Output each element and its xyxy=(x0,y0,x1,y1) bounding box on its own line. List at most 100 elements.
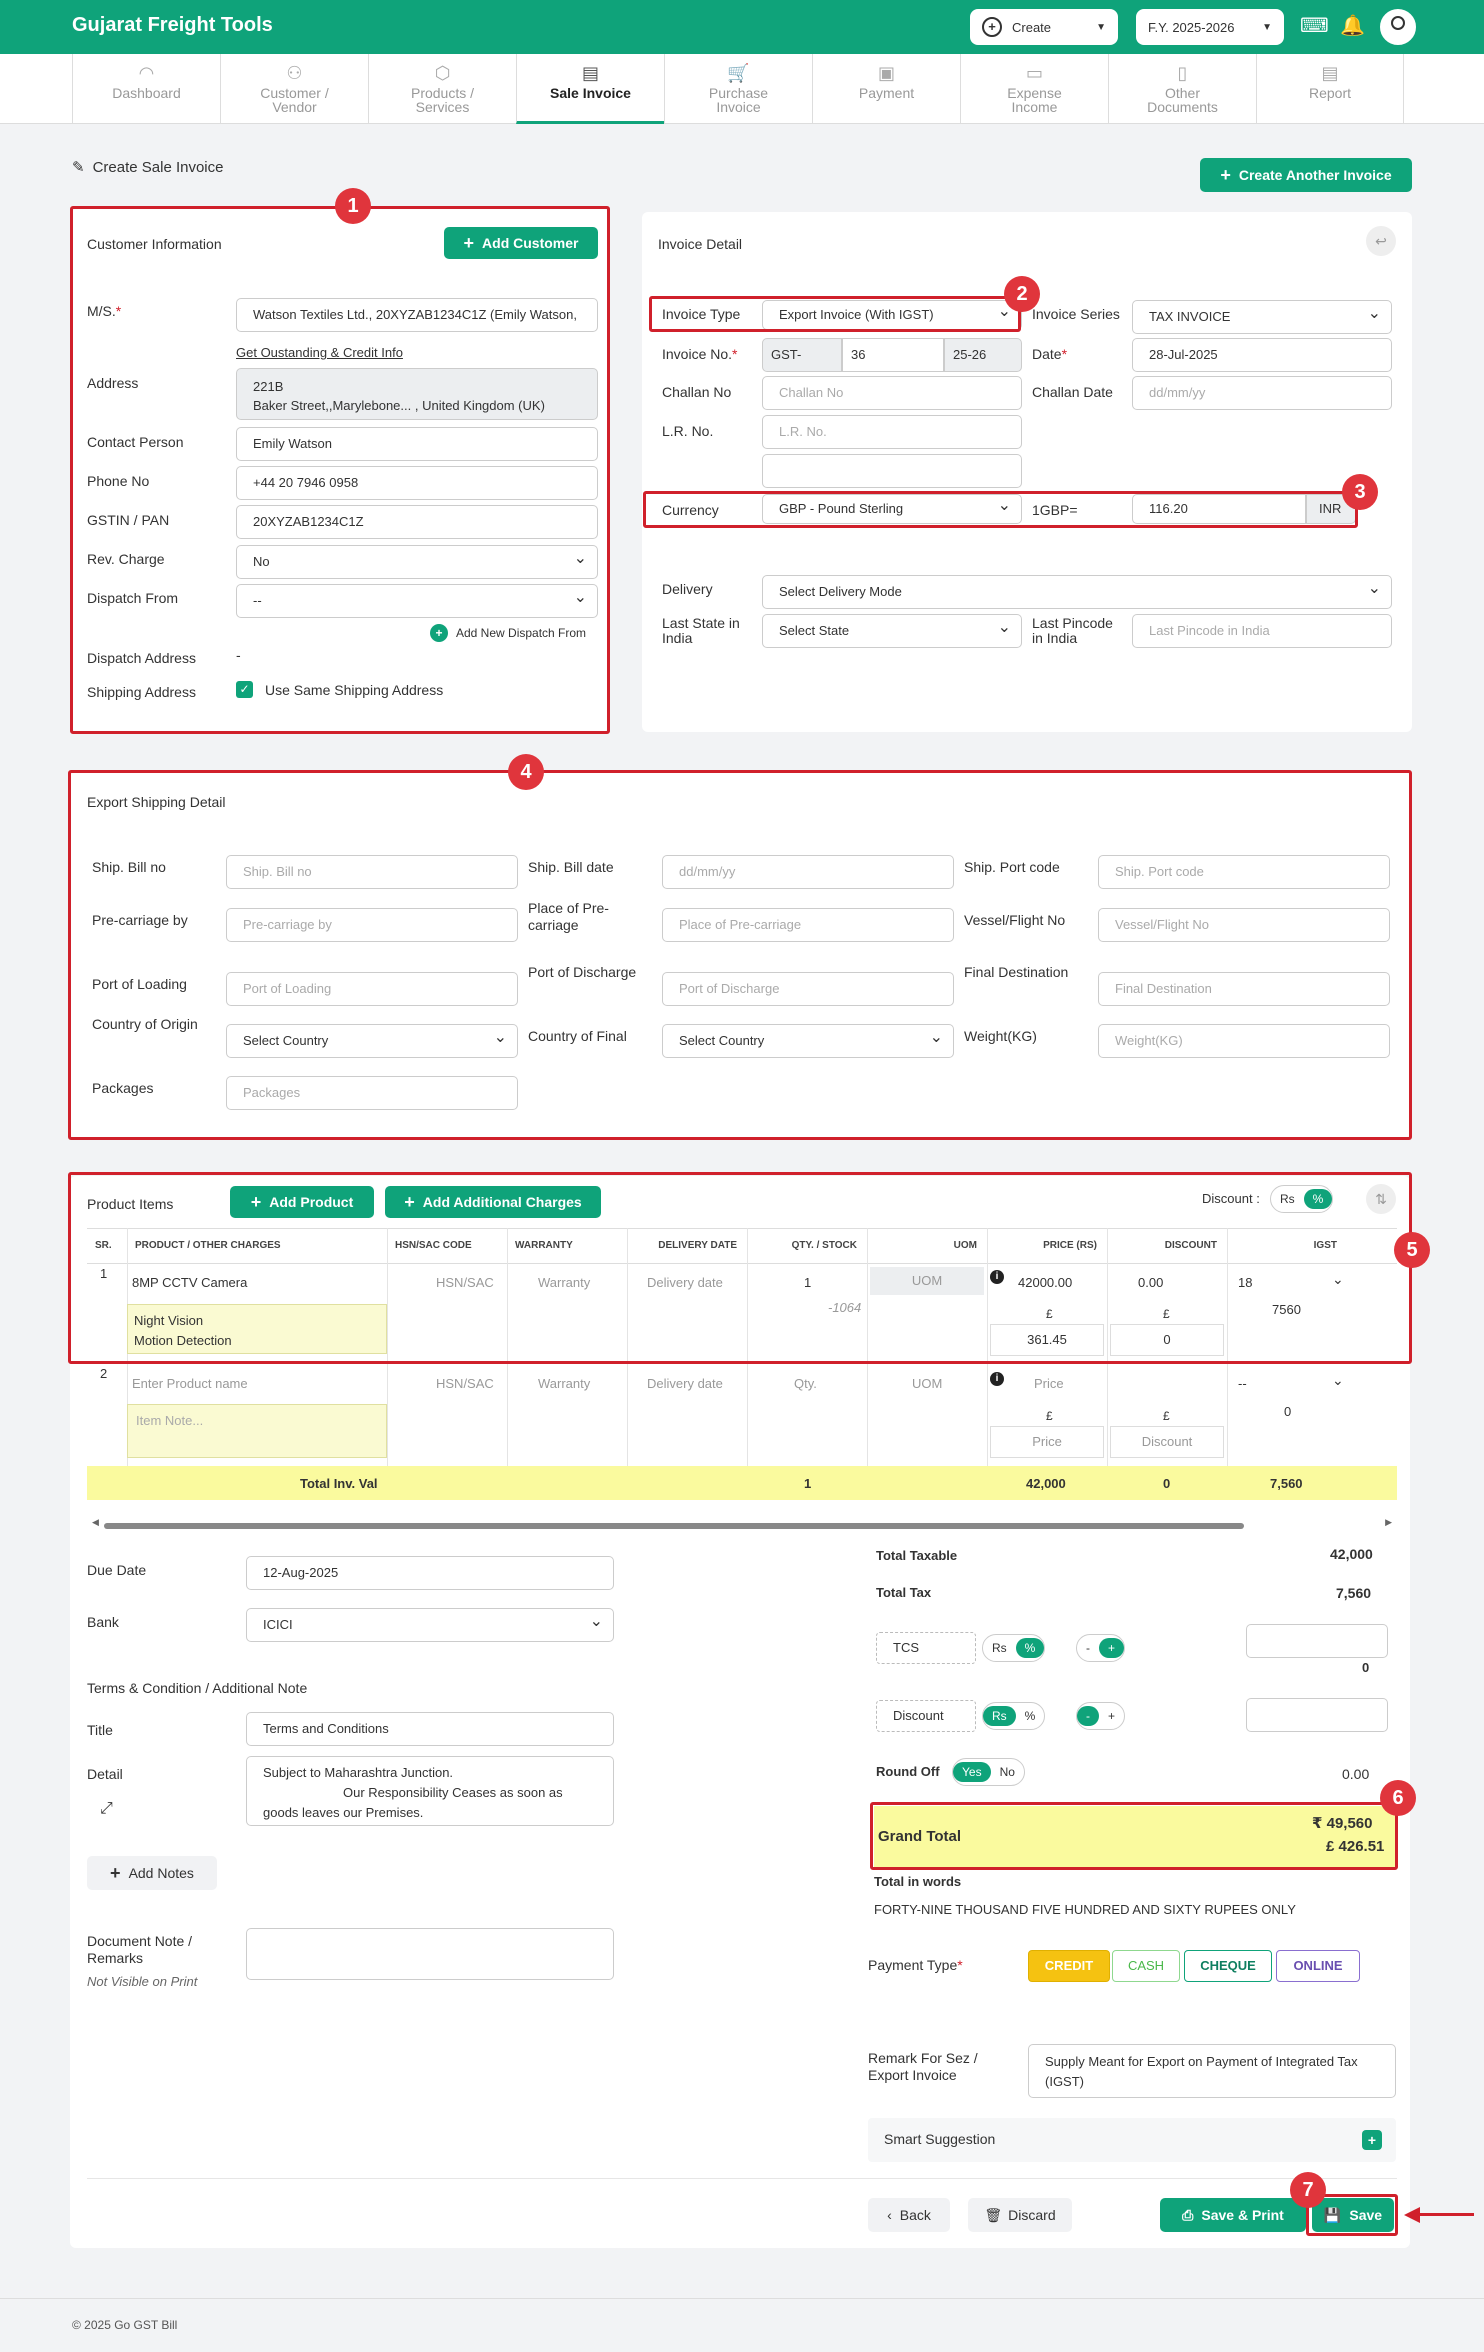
qty-input[interactable]: Qty. xyxy=(794,1376,817,1391)
discount-total-pct-option[interactable]: % xyxy=(1016,1706,1045,1726)
item-note-textarea[interactable]: Item Note... xyxy=(127,1404,387,1458)
phone-input[interactable]: +44 20 7946 0958 xyxy=(236,466,598,500)
payment-cheque-button[interactable]: CHEQUE xyxy=(1184,1950,1272,1982)
export-field-input[interactable]: Pre-carriage by xyxy=(226,908,518,942)
export-field-input[interactable]: Select Country xyxy=(662,1024,954,1058)
nav-item-report[interactable]: ▤ Report xyxy=(1256,54,1404,124)
tcs-minus-option[interactable]: - xyxy=(1077,1638,1099,1658)
save-print-button[interactable]: ⎙ Save & Print xyxy=(1160,2198,1306,2232)
export-field-input[interactable]: Vessel/Flight No xyxy=(1098,908,1390,942)
extra-input[interactable] xyxy=(762,454,1022,488)
export-field-input[interactable]: dd/mm/yy xyxy=(662,855,954,889)
discount-minus-option[interactable]: - xyxy=(1077,1706,1099,1726)
add-dispatch-link[interactable]: + Add New Dispatch From xyxy=(430,624,586,642)
arrow-left-icon xyxy=(1404,2205,1474,2225)
customer-name-input[interactable]: Watson Textiles Ltd., 20XYZAB1234C1Z (Em… xyxy=(236,298,598,332)
nav-item-label: Payment xyxy=(858,85,915,101)
export-field-input[interactable]: Weight(KG) xyxy=(1098,1024,1390,1058)
export-field-input[interactable]: Final Destination xyxy=(1098,972,1390,1006)
discount-total-rs-option[interactable]: Rs xyxy=(983,1706,1016,1726)
last-pincode-input[interactable]: Last Pincode in India xyxy=(1132,614,1392,648)
invoice-series-select[interactable]: TAX INVOICE xyxy=(1132,300,1392,334)
round-off-toggle[interactable]: Yes No xyxy=(952,1758,1025,1786)
discount-plus-option[interactable]: + xyxy=(1099,1706,1124,1726)
export-field-input[interactable]: Port of Loading xyxy=(226,972,518,1006)
contact-input[interactable]: Emily Watson xyxy=(236,427,598,461)
nav-item-products-services[interactable]: ⬡ Products / Services xyxy=(368,54,516,124)
export-field-input[interactable]: Ship. Bill no xyxy=(226,855,518,889)
delivery-mode-select[interactable]: Select Delivery Mode xyxy=(762,575,1392,609)
challan-date-input[interactable]: dd/mm/yy xyxy=(1132,376,1392,410)
nav-item-dashboard[interactable]: ◠ Dashboard xyxy=(72,54,220,124)
terms-title-input[interactable]: Terms and Conditions xyxy=(246,1712,614,1746)
discard-button[interactable]: 🗑 Discard xyxy=(968,2198,1072,2232)
invoice-date-input[interactable]: 28-Jul-2025 xyxy=(1132,338,1392,372)
smart-suggestion-label: Smart Suggestion xyxy=(884,2131,996,2147)
add-notes-button[interactable]: + Add Notes xyxy=(87,1856,217,1890)
tcs-pct-option[interactable]: % xyxy=(1015,1638,1045,1658)
price-fx-input[interactable]: Price xyxy=(990,1426,1104,1458)
nav-item-expense-income[interactable]: ▭ Expense Income xyxy=(960,54,1108,124)
last-state-select[interactable]: Select State xyxy=(762,614,1022,648)
challan-no-input[interactable]: Challan No xyxy=(762,376,1022,410)
gstin-input[interactable]: 20XYZAB1234C1Z xyxy=(236,505,598,539)
lr-no-input[interactable]: L.R. No. xyxy=(762,415,1022,449)
terms-detail-textarea[interactable]: Subject to Maharashtra Junction. Our Resp… xyxy=(246,1756,614,1826)
payment-online-button[interactable]: ONLINE xyxy=(1276,1950,1360,1982)
tcs-plus-option[interactable]: + xyxy=(1099,1638,1125,1658)
uom-select[interactable]: UOM xyxy=(912,1376,942,1391)
discount-sign-toggle[interactable]: - + xyxy=(1076,1702,1126,1730)
export-field-input[interactable]: Ship. Port code xyxy=(1098,855,1390,889)
plus-icon[interactable]: + xyxy=(1362,2130,1382,2150)
keyboard-icon[interactable]: ⌨ xyxy=(1300,14,1329,38)
bell-icon[interactable]: 🔔 xyxy=(1340,14,1365,38)
chevron-down-icon[interactable]: ⌄ xyxy=(1332,1372,1344,1389)
create-dropdown[interactable]: + Create ▼ xyxy=(970,9,1118,45)
rev-charge-select[interactable]: No xyxy=(236,545,598,579)
bank-select[interactable]: ICICI xyxy=(246,1608,614,1642)
price-input[interactable]: Price xyxy=(1034,1376,1064,1391)
tcs-input[interactable] xyxy=(1246,1624,1388,1658)
payment-cash-button[interactable]: CASH xyxy=(1112,1950,1180,1982)
nav-item-other-documents[interactable]: ▯ Other Documents xyxy=(1108,54,1256,124)
same-shipping-checkbox[interactable]: ✓ Use Same Shipping Address xyxy=(236,681,443,698)
export-field-input[interactable]: Place of Pre-carriage xyxy=(662,908,954,942)
address-textarea[interactable]: 221B Baker Street,,Marylebone... , United… xyxy=(236,368,598,420)
round-off-no[interactable]: No xyxy=(991,1762,1024,1782)
nav-item-sale-invoice[interactable]: ▤ Sale Invoice xyxy=(516,54,664,124)
add-customer-button[interactable]: + Add Customer xyxy=(444,227,598,259)
delivery-date-input[interactable]: Delivery date xyxy=(647,1376,723,1391)
tcs-rs-option[interactable]: Rs xyxy=(983,1638,1016,1658)
export-field-input[interactable]: Port of Discharge xyxy=(662,972,954,1006)
round-off-yes[interactable]: Yes xyxy=(953,1762,991,1782)
user-avatar[interactable] xyxy=(1380,9,1416,45)
undo-icon[interactable]: ↩ xyxy=(1366,226,1396,256)
dispatch-from-select[interactable]: -- xyxy=(236,584,598,618)
back-button[interactable]: ‹ Back xyxy=(868,2198,950,2232)
fy-dropdown[interactable]: F.Y. 2025-2026 ▼ xyxy=(1136,9,1284,45)
discount-fx-input[interactable]: Discount xyxy=(1110,1426,1224,1458)
export-field-input[interactable]: Packages xyxy=(226,1076,518,1110)
tcs-sign-toggle[interactable]: - + xyxy=(1076,1634,1126,1662)
discount-total-input[interactable] xyxy=(1246,1698,1388,1732)
warranty-input[interactable]: Warranty xyxy=(538,1376,590,1391)
payment-credit-button[interactable]: CREDIT xyxy=(1028,1950,1110,1982)
invoice-number-input[interactable]: 36 xyxy=(842,338,944,372)
create-another-invoice-button[interactable]: + Create Another Invoice xyxy=(1200,158,1412,192)
export-field-input[interactable]: Select Country xyxy=(226,1024,518,1058)
due-date-input[interactable]: 12-Aug-2025 xyxy=(246,1556,614,1590)
tcs-mode-toggle[interactable]: Rs% xyxy=(982,1634,1046,1662)
outstanding-link[interactable]: Get Oustanding & Credit Info xyxy=(236,345,403,360)
igst-select[interactable]: -- xyxy=(1238,1376,1247,1391)
nav-item-payment[interactable]: ▣ Payment xyxy=(812,54,960,124)
horizontal-scrollbar[interactable]: ◀ ▶ xyxy=(92,1517,1392,1530)
nav-item-purchase-invoice[interactable]: 🛒 Purchase Invoice xyxy=(664,54,812,124)
discount-total-mode-toggle[interactable]: Rs% xyxy=(982,1702,1046,1730)
nav-item-customer-vendor[interactable]: ⚇ Customer / Vendor xyxy=(220,54,368,124)
info-icon[interactable]: i xyxy=(990,1372,1004,1386)
expand-icon[interactable]: ⤢ xyxy=(100,1800,113,1818)
remark-textarea[interactable]: Supply Meant for Export on Payment of In… xyxy=(1028,2044,1396,2098)
product-name-input[interactable]: Enter Product name xyxy=(132,1376,248,1391)
doc-note-textarea[interactable] xyxy=(246,1928,614,1980)
hsn-input[interactable]: HSN/SAC xyxy=(436,1376,494,1391)
